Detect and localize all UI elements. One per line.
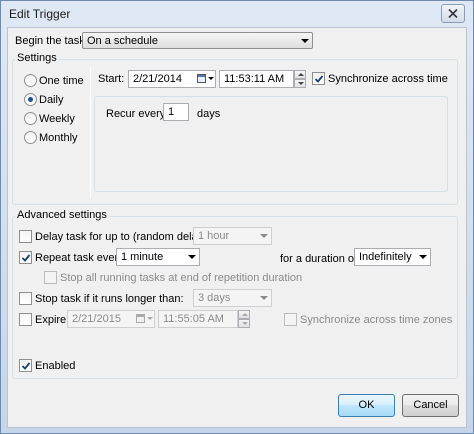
expire-time-value: 11:55:05 AM	[163, 313, 224, 325]
stop-running-label[interactable]: Stop all running tasks at end of repetit…	[60, 272, 302, 284]
delay-label[interactable]: Delay task for up to (random delay):	[35, 231, 210, 243]
expire-time-spinner[interactable]	[238, 310, 250, 328]
duration-value: Indefinitely	[359, 251, 412, 263]
spin-down-icon[interactable]	[294, 79, 306, 88]
recur-unit-label: days	[197, 108, 221, 120]
recur-days-field[interactable]: 1	[163, 103, 189, 121]
delay-checkbox[interactable]	[19, 230, 32, 243]
stop-longer-select[interactable]: 3 days	[193, 289, 272, 307]
start-date-picker[interactable]: 2/21/2014	[128, 70, 216, 88]
start-date-value: 2/21/2014	[133, 73, 182, 85]
stop-longer-label[interactable]: Stop task if it runs longer than:	[35, 293, 184, 305]
begin-task-value: On a schedule	[87, 35, 158, 47]
repeat-checkbox[interactable]	[19, 251, 32, 264]
checkmark-icon	[314, 75, 324, 83]
radio-one-time-label[interactable]: One time	[39, 75, 84, 87]
expire-label[interactable]: Expire:	[35, 314, 69, 326]
duration-label: for a duration of:	[280, 253, 361, 265]
start-label: Start:	[98, 73, 125, 85]
expire-sync-label[interactable]: Synchronize across time zones	[300, 314, 452, 326]
stop-longer-checkbox[interactable]	[19, 292, 32, 305]
calendar-icon	[136, 314, 145, 323]
begin-task-select[interactable]: On a schedule	[82, 32, 313, 49]
edit-trigger-dialog: Edit Trigger Begin the task: On a schedu…	[0, 0, 474, 434]
radio-weekly-label[interactable]: Weekly	[39, 113, 75, 125]
expire-sync-checkbox[interactable]	[284, 313, 297, 326]
begin-task-label: Begin the task:	[15, 35, 88, 47]
chevron-down-icon	[301, 39, 309, 43]
duration-select[interactable]: Indefinitely	[354, 248, 431, 266]
expire-date-value: 2/21/2015	[72, 313, 121, 325]
recur-days-value: 1	[168, 106, 175, 118]
expire-date-picker[interactable]: 2/21/2015	[67, 310, 155, 328]
repeat-label[interactable]: Repeat task every:	[35, 252, 127, 264]
radio-selected-dot	[28, 97, 33, 102]
sync-time-checkbox[interactable]	[312, 72, 325, 85]
radio-one-time[interactable]	[24, 74, 37, 87]
settings-divider	[90, 67, 91, 198]
expire-time-field[interactable]: 11:55:05 AM	[158, 310, 238, 328]
chevron-down-icon	[208, 77, 214, 80]
recur-label: Recur every:	[106, 108, 169, 120]
enabled-checkbox[interactable]	[19, 359, 32, 372]
radio-monthly-label[interactable]: Monthly	[39, 132, 78, 144]
settings-group-label: Settings	[15, 52, 59, 64]
spin-down-icon[interactable]	[238, 319, 250, 328]
repeat-interval-value: 1 minute	[121, 251, 164, 263]
advanced-group-label: Advanced settings	[15, 209, 109, 221]
enabled-label[interactable]: Enabled	[35, 360, 75, 372]
close-icon	[448, 9, 458, 18]
chevron-down-icon	[147, 317, 153, 320]
expire-checkbox[interactable]	[19, 313, 32, 326]
radio-daily-label[interactable]: Daily	[39, 94, 63, 106]
dialog-body: Begin the task: On a schedule Settings O…	[7, 27, 467, 428]
repeat-interval-select[interactable]: 1 minute	[116, 248, 200, 266]
radio-monthly[interactable]	[24, 131, 37, 144]
close-button[interactable]	[441, 4, 465, 23]
calendar-icon	[197, 74, 206, 83]
stop-running-checkbox[interactable]	[44, 271, 57, 284]
chevron-down-icon	[260, 296, 268, 300]
start-time-value: 11:53:11 AM	[224, 73, 285, 85]
sync-time-label[interactable]: Synchronize across time	[328, 73, 448, 85]
spin-up-icon[interactable]	[294, 70, 306, 79]
ok-button[interactable]: OK	[338, 394, 395, 417]
spin-up-icon[interactable]	[238, 310, 250, 319]
start-time-field[interactable]: 11:53:11 AM	[219, 70, 294, 88]
delay-select[interactable]: 1 hour	[193, 227, 272, 245]
dialog-title: Edit Trigger	[9, 7, 71, 21]
radio-weekly[interactable]	[24, 112, 37, 125]
calendar-dropdown-button[interactable]	[195, 71, 215, 87]
calendar-dropdown-button[interactable]	[134, 311, 154, 327]
chevron-down-icon	[419, 255, 427, 259]
radio-daily[interactable]	[24, 93, 37, 106]
stop-longer-value: 3 days	[198, 292, 231, 304]
start-time-spinner[interactable]	[294, 70, 306, 88]
checkmark-icon	[21, 362, 31, 370]
delay-value: 1 hour	[198, 230, 230, 242]
chevron-down-icon	[188, 255, 196, 259]
cancel-button[interactable]: Cancel	[402, 394, 459, 417]
chevron-down-icon	[260, 234, 268, 238]
title-bar[interactable]: Edit Trigger	[1, 1, 473, 27]
checkmark-icon	[21, 254, 31, 262]
